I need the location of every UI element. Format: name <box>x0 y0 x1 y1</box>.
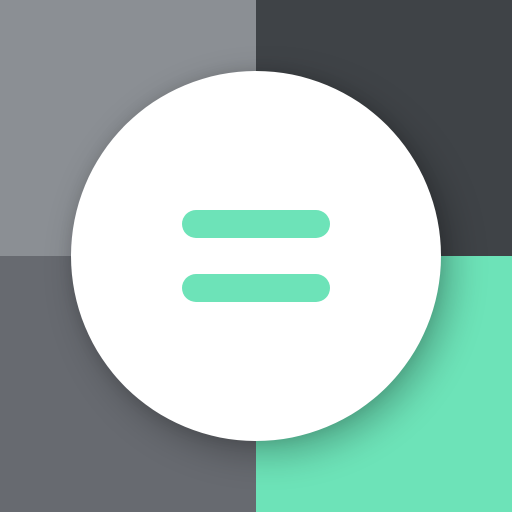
equals-badge-circle <box>71 71 441 441</box>
equals-icon-bottom-bar <box>182 274 330 302</box>
equals-icon-top-bar <box>182 210 330 238</box>
app-icon <box>0 0 512 512</box>
